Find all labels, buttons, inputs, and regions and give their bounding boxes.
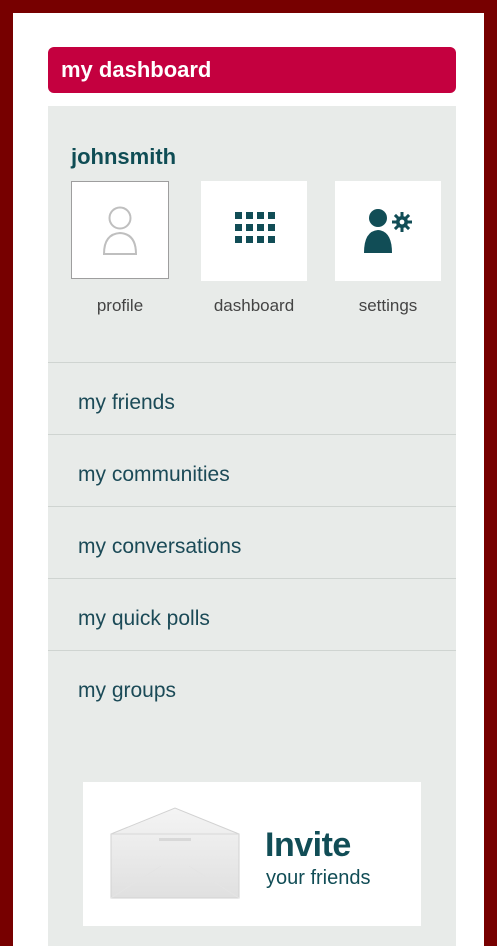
dashboard-nav: my friends my communities my conversatio… [48,362,456,722]
invite-friends-banner[interactable]: Invite your friends [83,782,421,926]
user-gear-icon [364,209,412,253]
user-outline-icon [102,206,138,255]
nav-item-my-conversations[interactable]: my conversations [48,506,456,578]
profile-tile[interactable] [71,181,169,279]
invite-title: Invite [265,826,351,864]
grid-icon [235,212,275,243]
envelope-icon [110,807,240,899]
nav-item-my-groups[interactable]: my groups [48,650,456,722]
username: johnsmith [71,144,177,169]
dashboard-header: my dashboard [48,47,456,93]
nav-item-my-quick-polls[interactable]: my quick polls [48,578,456,650]
dashboard-tile[interactable] [201,181,307,281]
settings-label[interactable]: settings [335,296,441,316]
nav-item-my-friends[interactable]: my friends [48,362,456,434]
dashboard-frame: my dashboard johnsmith profile dashboard… [0,0,497,946]
nav-item-my-communities[interactable]: my communities [48,434,456,506]
settings-tile[interactable] [335,181,441,281]
dashboard-label[interactable]: dashboard [198,296,310,316]
invite-subtitle: your friends [266,867,371,889]
dashboard-panel: johnsmith profile dashboard settings my … [48,106,456,946]
profile-label[interactable]: profile [71,296,169,316]
